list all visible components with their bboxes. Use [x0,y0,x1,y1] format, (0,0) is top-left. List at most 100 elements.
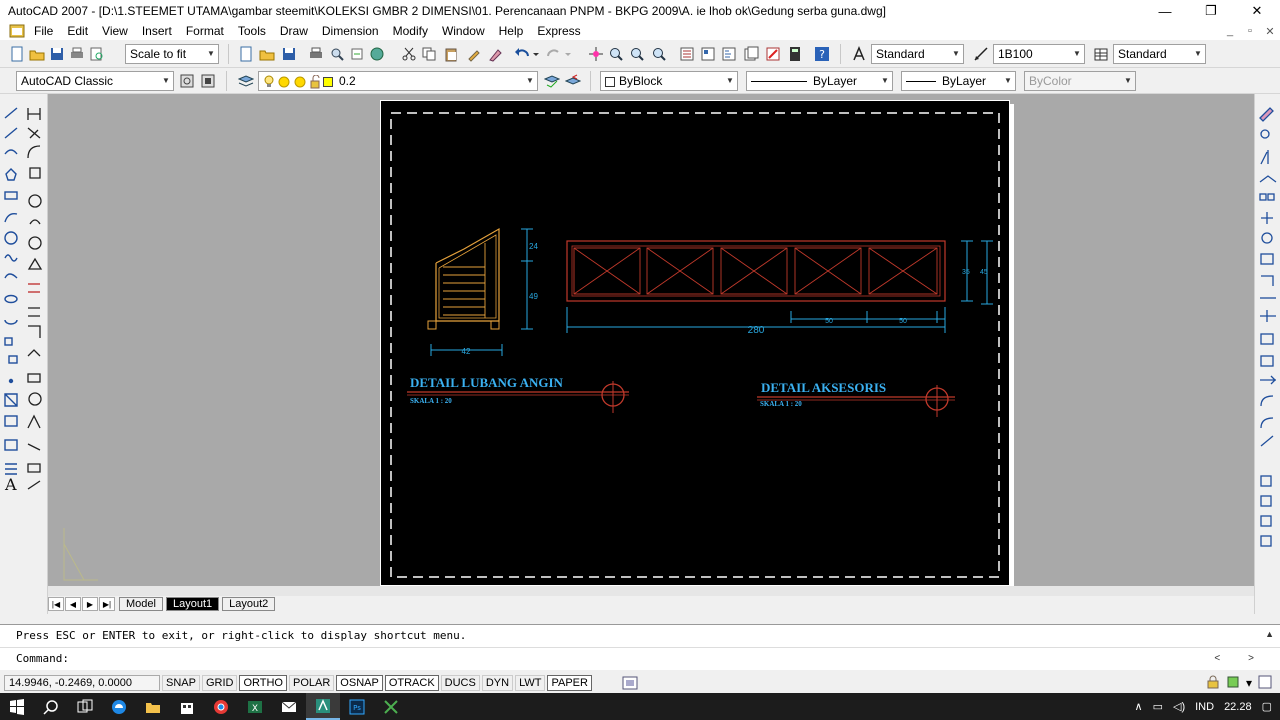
menu-draw[interactable]: Draw [274,22,316,40]
horizontal-scrollbar[interactable] [48,586,1254,596]
clean-screen-icon[interactable] [1258,675,1272,692]
help-icon[interactable]: ? [813,45,831,63]
plotstyle-combo[interactable]: ByColor ▼ [1024,71,1136,91]
properties-icon[interactable] [678,45,696,63]
chrome-icon[interactable] [204,693,238,720]
match-properties-icon[interactable] [465,45,483,63]
next-tab-button[interactable]: ▶ [82,597,98,611]
mdi-restore-button[interactable]: ▫ [1240,25,1260,38]
command-prompt[interactable]: Command: [0,648,1280,670]
menu-view[interactable]: View [96,22,136,40]
excel-icon[interactable]: X [238,693,272,720]
menu-window[interactable]: Window [436,22,493,40]
zoom-previous-icon[interactable] [650,45,668,63]
text-style-icon[interactable] [850,45,868,63]
dim-style-icon[interactable] [972,45,990,63]
snap-toggle[interactable]: SNAP [162,675,200,691]
open-folder-icon[interactable] [258,45,276,63]
pan-icon[interactable] [587,45,605,63]
command-hscroll[interactable]: < > [1214,653,1254,664]
text-style-combo[interactable]: Standard ▼ [871,44,964,64]
printer-icon[interactable] [307,45,325,63]
make-object-layer-current-icon[interactable] [543,72,561,90]
ortho-toggle[interactable]: ORTHO [239,675,287,691]
store-icon[interactable] [170,693,204,720]
redo-icon[interactable] [545,45,563,63]
menu-modify[interactable]: Modify [387,22,436,40]
scroll-left-icon[interactable]: < [1214,653,1220,664]
undo-dropdown-icon[interactable] [531,45,541,63]
otrack-toggle[interactable]: OTRACK [384,675,439,691]
edge-browser-icon[interactable] [102,693,136,720]
maximize-viewport-icon[interactable] [622,676,638,690]
search-icon[interactable] [34,693,68,720]
redo-dropdown-icon[interactable] [563,45,573,63]
close-button[interactable]: ✕ [1234,0,1280,22]
cut-icon[interactable] [400,45,418,63]
coordinate-readout[interactable]: 14.9946, -0.2469, 0.0000 [4,675,160,691]
workspace-combo[interactable]: AutoCAD Classic ▼ [16,71,174,91]
new-icon[interactable] [237,45,255,63]
workspace-settings-icon[interactable] [178,72,196,90]
scroll-right-icon[interactable]: > [1248,653,1254,664]
mdi-minimize-button[interactable]: _ [1220,25,1240,38]
osnap-toggle[interactable]: OSNAP [336,675,383,691]
color-combo[interactable]: ByBlock ▼ [600,71,738,91]
markup-icon[interactable] [764,45,782,63]
zoom-realtime-icon[interactable] [607,45,625,63]
photoshop-icon[interactable]: Ps [340,693,374,720]
my-workspace-icon[interactable] [199,72,217,90]
lwt-toggle[interactable]: LWT [515,675,546,691]
dim-style-combo[interactable]: 1B100 ▼ [993,44,1085,64]
maximize-button[interactable]: ❐ [1188,0,1234,22]
publish-icon[interactable] [348,45,366,63]
menu-express[interactable]: Express [531,22,588,40]
layout-paper[interactable]: 24 49 42 280 50 50 35 45 DETAIL LUBANG A… [380,100,1010,586]
polar-toggle[interactable]: POLAR [289,675,335,691]
3d-dwf-icon[interactable] [368,45,386,63]
menu-edit[interactable]: Edit [61,22,96,40]
scroll-up-icon[interactable]: ▲ [1265,629,1274,639]
prev-tab-button[interactable]: ◀ [65,597,81,611]
calculator-icon[interactable] [786,45,804,63]
network-icon[interactable]: ▭ [1153,700,1163,713]
zoom-window-icon[interactable] [628,45,646,63]
open-icon[interactable] [28,45,46,63]
table-style-combo[interactable]: Standard ▼ [1113,44,1206,64]
sheet-set-icon[interactable] [742,45,760,63]
lineweight-combo[interactable]: ByLayer ▼ [901,71,1016,91]
undo-icon[interactable] [513,45,531,63]
menu-file[interactable]: File [28,22,61,40]
plot-preview-icon[interactable] [88,45,106,63]
plot-icon[interactable] [68,45,86,63]
save-disk-icon[interactable] [280,45,298,63]
ducs-toggle[interactable]: DUCS [440,675,480,691]
menu-tools[interactable]: Tools [232,22,274,40]
menu-dimension[interactable]: Dimension [316,22,387,40]
minimize-button[interactable]: — [1142,0,1188,22]
dyn-toggle[interactable]: DYN [481,675,514,691]
paste-icon[interactable] [442,45,460,63]
menu-help[interactable]: Help [493,22,532,40]
scale-combo[interactable]: Scale to fit ▼ [125,44,219,64]
mdi-close-button[interactable]: ✕ [1260,25,1280,38]
tab-layout2[interactable]: Layout2 [222,597,276,611]
design-center-icon[interactable] [699,45,717,63]
menu-format[interactable]: Format [180,22,232,40]
save-icon[interactable] [48,45,66,63]
linetype-combo[interactable]: ByLayer ▼ [746,71,893,91]
tool-palettes-icon[interactable] [720,45,738,63]
lock-icon[interactable] [1206,675,1220,692]
notifications-icon[interactable]: ▢ [1262,700,1272,713]
status-menu-icon[interactable]: ▾ [1246,676,1252,690]
last-tab-button[interactable]: ▶| [99,597,115,611]
volume-icon[interactable]: ◁) [1173,700,1185,713]
menu-insert[interactable]: Insert [136,22,180,40]
tray-chevron-up-icon[interactable]: ∧ [1135,700,1143,713]
layer-previous-icon[interactable] [564,72,582,90]
autocad-taskbar-icon[interactable] [306,693,340,720]
clock[interactable]: 22.28 [1224,701,1252,713]
communication-icon[interactable] [1226,675,1240,692]
qnew-icon[interactable] [8,45,26,63]
copy-icon[interactable] [420,45,438,63]
